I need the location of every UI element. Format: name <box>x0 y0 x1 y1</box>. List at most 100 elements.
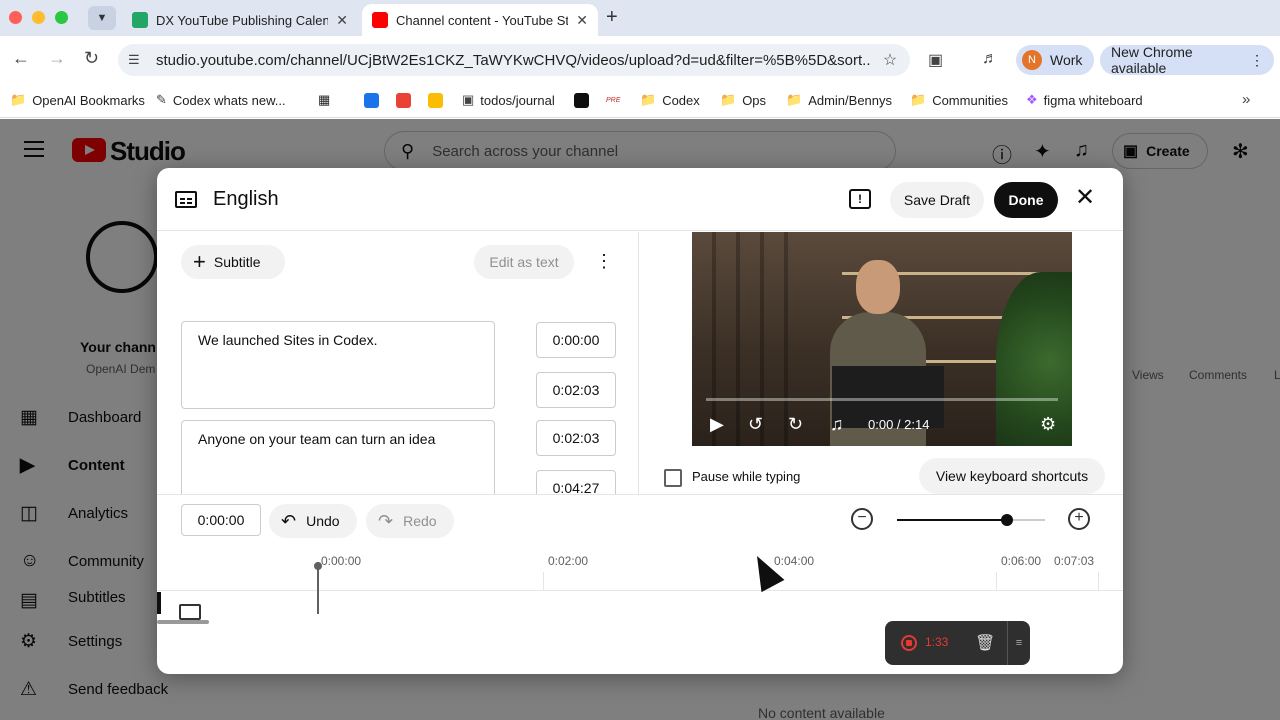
timeline-scrollbar[interactable] <box>157 620 209 624</box>
back-icon[interactable]: ← <box>12 48 30 69</box>
new-tab-button[interactable]: + <box>606 6 618 29</box>
keyboard-shortcuts-button[interactable]: View keyboard shortcuts <box>919 458 1105 494</box>
bookmark-pre[interactable]: PRE <box>606 97 620 104</box>
apps-grid-icon[interactable]: ▦ <box>318 92 330 108</box>
bookmark-label: Communities <box>932 92 1009 108</box>
video-scene <box>996 272 1072 446</box>
close-window-button[interactable] <box>9 11 22 24</box>
recording-elapsed-time: 1:33 <box>925 635 949 649</box>
close-tab-icon[interactable]: ✕ <box>336 12 348 29</box>
done-button[interactable]: Done <box>994 182 1058 218</box>
stop-recording-icon[interactable] <box>901 635 917 651</box>
calendar-icon[interactable] <box>364 93 379 108</box>
tab-title: DX YouTube Publishing Calendar <box>156 12 329 28</box>
cue-start-time-input[interactable]: 0:00:00 <box>536 322 616 358</box>
video-time-display: 0:00 / 2:14 <box>868 417 930 432</box>
bookmark-codex[interactable]: 📁 Codex <box>640 92 700 108</box>
browser-tab-publishing-calendar[interactable]: DX YouTube Publishing Calendar ✕ <box>122 4 358 36</box>
forward-icon[interactable]: → <box>48 48 66 69</box>
site-info-icon[interactable]: ☰ <box>128 52 148 68</box>
pause-while-typing-checkbox[interactable] <box>664 469 682 487</box>
timeline-tick <box>996 572 997 590</box>
zoom-slider-handle[interactable] <box>1000 514 1013 526</box>
drag-handle-icon[interactable]: ≡ <box>1007 621 1030 665</box>
feedback-icon[interactable]: ! <box>849 189 871 209</box>
add-subtitle-label: Subtitle <box>213 254 261 270</box>
preview-pane: ▶ ↺ ↻ ♫ 0:00 / 2:14 ⚙ Pause while typing… <box>640 232 1123 494</box>
bookmark-label: todos/journal <box>480 92 555 108</box>
add-subtitle-button[interactable]: + Subtitle <box>181 245 285 279</box>
bookmark-codex-whats-new[interactable]: ✎ Codex whats new... <box>156 92 286 108</box>
bookmark-openai[interactable]: 📁 OpenAI Bookmarks <box>10 92 145 108</box>
zoom-slider[interactable] <box>897 514 1045 526</box>
cue-end-time-input[interactable]: 0:04:27 <box>536 470 616 494</box>
screen-recorder-widget: 1:33 🗑 ≡ <box>885 621 1030 665</box>
cue-text-input[interactable]: Anyone on your team can turn an idea <box>181 420 495 494</box>
timeline-ruler[interactable]: 0:00:00 0:02:00 0:04:00 0:06:00 0:07:03 <box>157 548 1123 614</box>
undo-icon: ↶ <box>281 510 297 531</box>
tab-title: Channel content - YouTube Studio <box>396 12 569 28</box>
timeline-tick <box>1098 572 1099 590</box>
subtitles-track-icon <box>179 604 201 620</box>
profile-label: Work <box>1050 52 1083 68</box>
timeline-axis <box>157 590 1123 591</box>
tab-search-dropdown[interactable]: ▼ <box>88 6 116 30</box>
rewind-10-icon[interactable]: ↺ <box>748 414 763 434</box>
current-time-input[interactable]: 0:00:00 <box>181 504 261 536</box>
zoom-in-icon[interactable]: + <box>1068 508 1090 530</box>
bookmark-communities[interactable]: 📁 Communities <box>910 92 1008 108</box>
edit-as-text-button[interactable]: Edit as text <box>474 245 574 279</box>
pause-while-typing-label: Pause while typing <box>692 469 801 484</box>
more-bookmarks-icon[interactable]: » <box>1242 91 1250 108</box>
redo-button[interactable]: ↷ Redo <box>366 504 454 538</box>
bookmark-figma-whiteboard[interactable]: ❖ figma whiteboard <box>1026 92 1143 108</box>
address-bar[interactable]: ☰ studio.youtube.com/channel/UCjBtW2Es1C… <box>118 44 910 76</box>
more-options-icon[interactable]: ⋮ <box>595 251 613 271</box>
bookmark-todos-journal[interactable]: ▣ todos/journal <box>462 92 555 108</box>
bookmark-ops[interactable]: 📁 Ops <box>720 92 766 108</box>
gmail-icon[interactable] <box>396 93 411 108</box>
cue-text-input[interactable]: We launched Sites in Codex. <box>181 321 495 409</box>
youtube-icon <box>372 12 388 28</box>
browser-tab-strip: ▼ DX YouTube Publishing Calendar ✕ Chann… <box>0 0 1280 36</box>
play-icon[interactable]: ▶ <box>710 414 724 434</box>
profile-button[interactable]: N Work <box>1016 45 1094 75</box>
menu-dots-icon[interactable]: ⋮ <box>1250 52 1264 69</box>
extensions-icon[interactable]: ▣ <box>928 50 943 70</box>
app-icon[interactable] <box>574 93 589 108</box>
zoom-out-icon[interactable]: − <box>851 508 873 530</box>
close-icon[interactable]: ✕ <box>1075 186 1095 210</box>
playhead[interactable] <box>314 562 322 614</box>
minimize-window-button[interactable] <box>32 11 45 24</box>
undo-button[interactable]: ↶ Undo <box>269 504 357 538</box>
timeline-toolbar: 0:00:00 ↶ Undo ↷ Redo − + <box>157 494 1123 548</box>
avatar: N <box>1022 50 1042 70</box>
drive-icon[interactable] <box>428 93 443 108</box>
video-player[interactable]: ▶ ↺ ↻ ♫ 0:00 / 2:14 ⚙ <box>692 232 1072 446</box>
bookmark-label: Ops <box>742 92 767 108</box>
maximize-window-button[interactable] <box>55 11 68 24</box>
bookmark-admin-bennys[interactable]: 📁 Admin/Bennys <box>786 92 892 108</box>
save-draft-button[interactable]: Save Draft <box>890 182 984 218</box>
cue-end-time-input[interactable]: 0:02:03 <box>536 372 616 408</box>
cue-start-time-input[interactable]: 0:02:03 <box>536 420 616 456</box>
figma-icon: ❖ <box>1026 92 1038 107</box>
undo-label: Undo <box>306 513 340 529</box>
track-selection-marker <box>157 592 161 614</box>
url-text[interactable]: studio.youtube.com/channel/UCjBtW2Es1CKZ… <box>156 52 870 69</box>
volume-icon[interactable]: ♫ <box>830 414 844 434</box>
gear-icon[interactable]: ⚙ <box>1040 414 1056 434</box>
subtitle-editor-dialog: English ! Save Draft Done ✕ + Subtitle E… <box>157 168 1123 674</box>
video-progress-bar[interactable] <box>706 398 1058 401</box>
folder-icon: 📁 <box>786 92 803 107</box>
bookmark-label: figma whiteboard <box>1043 92 1143 108</box>
trash-icon[interactable]: 🗑 <box>975 633 995 653</box>
sheets-icon <box>132 12 148 28</box>
reload-icon[interactable]: ↻ <box>84 48 99 69</box>
update-chrome-button[interactable]: New Chrome available ⋮ <box>1100 44 1274 76</box>
forward-10-icon[interactable]: ↻ <box>788 414 803 434</box>
media-control-icon[interactable]: ♬ <box>982 50 998 68</box>
browser-tab-channel-content[interactable]: Channel content - YouTube Studio ✕ <box>362 4 598 36</box>
bookmark-star-icon[interactable]: ☆ <box>870 50 910 70</box>
close-tab-icon[interactable]: ✕ <box>576 12 588 29</box>
